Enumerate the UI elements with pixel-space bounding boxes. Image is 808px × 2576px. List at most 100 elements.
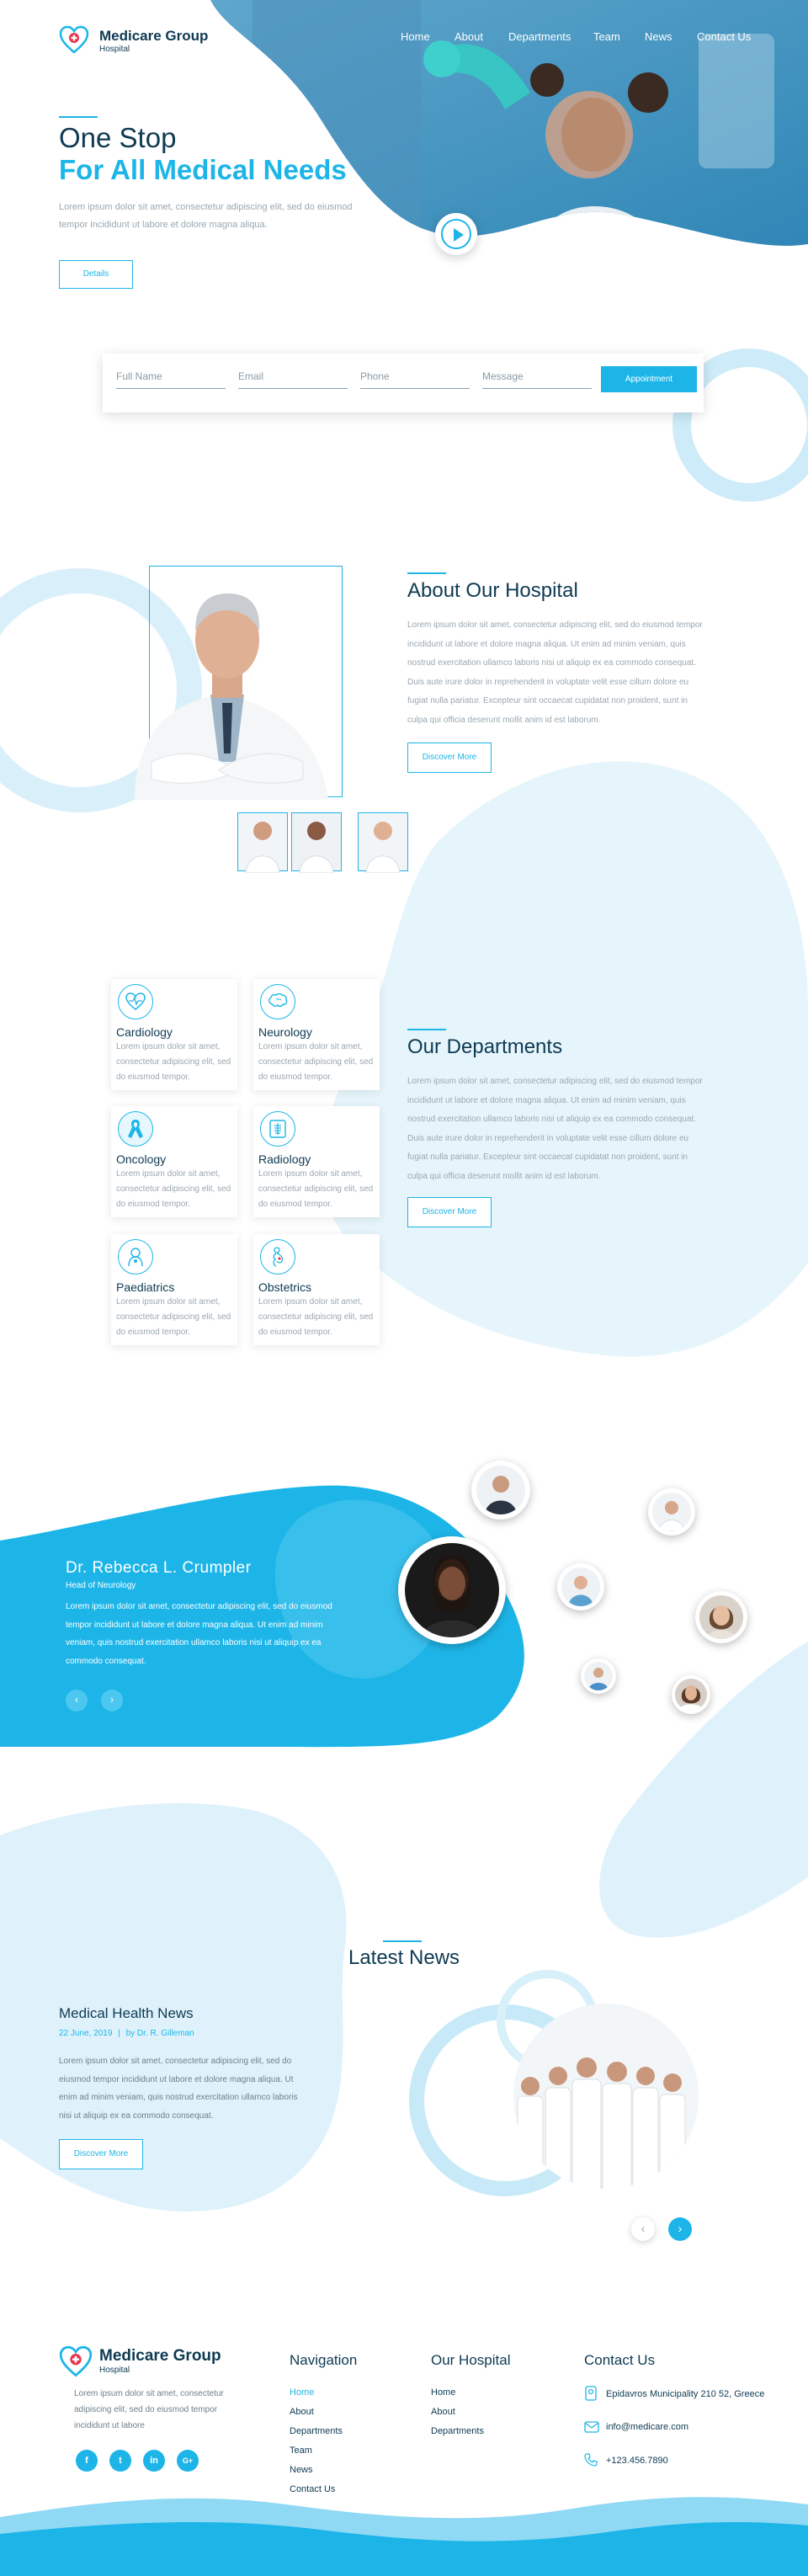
team-avatar[interactable]	[581, 1658, 616, 1694]
footer-phone[interactable]: +123.456.7890	[606, 2456, 668, 2466]
department-card-oncology[interactable]: Oncology Lorem ipsum dolor sit amet, con…	[111, 1106, 237, 1217]
footer-brand-subtitle: Hospital	[99, 2366, 130, 2375]
news-discover-button[interactable]: Discover More	[59, 2139, 143, 2169]
department-text: Lorem ipsum dolor sit amet, consectetur …	[116, 1042, 231, 1082]
nav-departments[interactable]: Departments	[508, 30, 571, 43]
doctor-name: Dr. Rebecca L. Crumpler	[66, 1559, 252, 1577]
about-discover-button[interactable]: Discover More	[407, 742, 492, 773]
phone-icon	[584, 2453, 598, 2467]
doctor-bio: Lorem ipsum dolor sit amet, consectetur …	[66, 1602, 332, 1666]
footer-hospital-home[interactable]: Home	[431, 2387, 455, 2398]
department-title: Paediatrics	[116, 1280, 175, 1294]
ribbon-icon	[118, 1111, 153, 1147]
footer-nav-about[interactable]: About	[290, 2407, 314, 2417]
hero-text: Lorem ipsum dolor sit amet, consectetur …	[59, 202, 353, 230]
message-input[interactable]: Message	[482, 370, 592, 389]
news-title: Medical Health News	[59, 2005, 194, 2021]
footer-email[interactable]: info@medicare.com	[606, 2422, 688, 2432]
departments-discover-button[interactable]: Discover More	[407, 1197, 492, 1227]
about-title: About Our Hospital	[407, 579, 578, 602]
hero-title-line2: For All Medical Needs	[59, 154, 347, 185]
full-name-input[interactable]: Full Name	[116, 370, 226, 389]
team-avatar[interactable]	[648, 1488, 695, 1535]
footer-logo-icon[interactable]	[59, 2345, 93, 2379]
news-date: 22 June, 2019	[59, 2029, 113, 2038]
department-text: Lorem ipsum dolor sit amet, consectetur …	[258, 1169, 374, 1209]
about-text: Lorem ipsum dolor sit amet, consectetur …	[407, 620, 703, 725]
department-text: Lorem ipsum dolor sit amet, consectetur …	[258, 1297, 374, 1337]
hero-accent-line	[59, 116, 98, 118]
footer-nav-team[interactable]: Team	[290, 2446, 312, 2456]
doctor-photo	[135, 593, 328, 800]
location-icon	[584, 2386, 598, 2401]
google-plus-icon[interactable]: G+	[177, 2450, 199, 2472]
department-text: Lorem ipsum dolor sit amet, consectetur …	[116, 1169, 231, 1209]
department-title: Obstetrics	[258, 1280, 312, 1294]
heart-pulse-icon	[118, 984, 153, 1019]
baby-icon	[118, 1239, 153, 1275]
footer-address: Epidavros Municipality 210 52, Greece	[606, 2389, 765, 2399]
hero-details-button[interactable]: Details	[59, 260, 133, 289]
email-icon	[584, 2421, 599, 2433]
footer-nav-news[interactable]: News	[290, 2465, 313, 2475]
nav-team[interactable]: Team	[593, 30, 620, 43]
news-text: Lorem ipsum dolor sit amet, consectetur …	[59, 2057, 298, 2121]
chevron-left-icon[interactable]: ‹	[66, 1690, 88, 1711]
department-card-paediatrics[interactable]: Paediatrics Lorem ipsum dolor sit amet, …	[111, 1234, 237, 1345]
news-meta-separator: |	[118, 2029, 120, 2038]
team-avatar[interactable]	[672, 1675, 710, 1714]
footer-brand-name: Medicare Group	[99, 2347, 221, 2365]
team-photo	[513, 2004, 699, 2189]
department-card-obstetrics[interactable]: Obstetrics Lorem ipsum dolor sit amet, c…	[253, 1234, 380, 1345]
team-avatar[interactable]	[557, 1563, 604, 1610]
news-section-title: Latest News	[348, 1946, 460, 1969]
facebook-icon[interactable]: f	[76, 2450, 98, 2472]
appointment-button[interactable]: Appointment	[601, 366, 697, 392]
pregnancy-icon	[260, 1239, 295, 1275]
play-icon	[441, 219, 471, 249]
departments-text: Lorem ipsum dolor sit amet, consectetur …	[407, 1077, 703, 1181]
doctor-role: Head of Neurology	[66, 1581, 136, 1590]
news-author[interactable]: Dr. R. Gilleman	[137, 2029, 194, 2038]
brand-name: Medicare Group	[99, 28, 209, 44]
department-title: Radiology	[258, 1152, 311, 1166]
footer-hospital-about[interactable]: About	[431, 2407, 455, 2417]
nav-home[interactable]: Home	[401, 30, 430, 43]
footer-text: Lorem ipsum dolor sit amet, consectetur …	[74, 2389, 224, 2430]
department-card-neurology[interactable]: Neurology Lorem ipsum dolor sit amet, co…	[253, 979, 380, 1090]
twitter-icon[interactable]: t	[109, 2450, 131, 2472]
nav-news[interactable]: News	[645, 30, 672, 43]
news-accent-line	[383, 1940, 422, 1942]
footer-nav-departments[interactable]: Departments	[290, 2426, 343, 2436]
play-video-button[interactable]	[435, 213, 477, 255]
departments-title: Our Departments	[407, 1035, 563, 1058]
news-author-prefix: by	[125, 2029, 136, 2038]
nav-contact[interactable]: Contact Us	[697, 30, 751, 43]
brand-subtitle: Hospital	[99, 45, 130, 54]
department-title: Neurology	[258, 1025, 312, 1039]
team-avatar[interactable]	[695, 1591, 747, 1643]
footer-hospital-departments[interactable]: Departments	[431, 2426, 484, 2436]
footer-nav-contact[interactable]: Contact Us	[290, 2484, 335, 2494]
news-meta: 22 June, 2019 | by Dr. R. Gilleman	[59, 2029, 194, 2038]
team-avatar[interactable]	[471, 1461, 530, 1520]
news-next-chevron-icon[interactable]: ›	[668, 2217, 692, 2241]
footer-hospital-title: Our Hospital	[431, 2352, 511, 2368]
hero-title-line1: One Stop	[59, 122, 177, 153]
department-text: Lorem ipsum dolor sit amet, consectetur …	[258, 1042, 374, 1082]
chevron-right-icon[interactable]: ›	[101, 1690, 123, 1711]
department-title: Cardiology	[116, 1025, 173, 1039]
news-prev-chevron-icon[interactable]: ‹	[631, 2217, 655, 2241]
department-card-cardiology[interactable]: Cardiology Lorem ipsum dolor sit amet, c…	[111, 979, 237, 1090]
email-input[interactable]: Email	[238, 370, 348, 389]
nav-about[interactable]: About	[454, 30, 483, 43]
department-card-radiology[interactable]: Radiology Lorem ipsum dolor sit amet, co…	[253, 1106, 380, 1217]
phone-input[interactable]: Phone	[360, 370, 470, 389]
featured-doctor-avatar[interactable]	[398, 1536, 506, 1644]
footer-nav-title: Navigation	[290, 2352, 358, 2368]
linkedin-icon[interactable]: in	[143, 2450, 165, 2472]
logo-icon[interactable]	[59, 25, 89, 56]
footer-nav-home[interactable]: Home	[290, 2387, 314, 2398]
department-title: Oncology	[116, 1152, 167, 1166]
xray-icon	[260, 1111, 295, 1147]
